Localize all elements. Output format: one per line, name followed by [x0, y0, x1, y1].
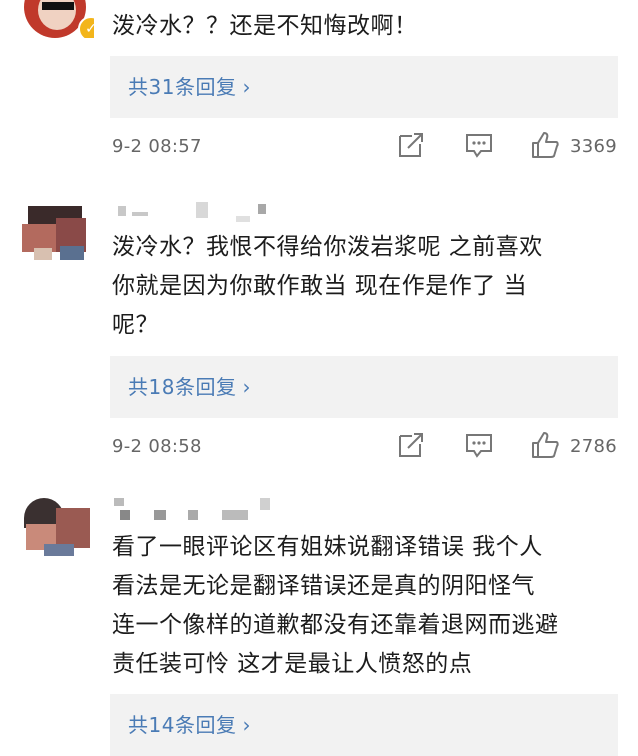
reply-box: 共18条回复 ›: [110, 356, 618, 418]
comment-text: 泼冷水？我恨不得给你泼岩浆呢 之前喜欢 你就是因为你敢作敢当 现在作是作了 当 …: [112, 234, 543, 338]
reply-count-label: 共31条回复: [128, 75, 237, 99]
thumbs-up-icon[interactable]: [530, 130, 564, 164]
avatar[interactable]: [20, 494, 94, 556]
comment-1: ✓ 泼冷水？？还是不知悔改啊！ 共31条回复 › 9-2 08:57 3369: [0, 0, 638, 180]
comment-meta: 9-2 08:58 2786: [112, 430, 620, 470]
comment-3: 看了一眼评论区有姐妹说翻译错误 我个人 看法是无论是翻译错误还是真的阴阳怪气 连…: [0, 480, 638, 756]
comment-2: 泼冷水？我恨不得给你泼岩浆呢 之前喜欢 你就是因为你敢作敢当 现在作是作了 当 …: [0, 180, 638, 480]
chevron-right-icon: ›: [242, 75, 251, 99]
like-count: 3369: [570, 136, 618, 157]
reply-box: 共14条回复 ›: [110, 694, 618, 756]
comment-icon[interactable]: [464, 130, 498, 164]
chevron-right-icon: ›: [242, 375, 251, 399]
username-pixelated[interactable]: [112, 202, 272, 222]
view-replies-link[interactable]: 共18条回复 ›: [128, 370, 251, 404]
comment-meta: 9-2 08:57 3369: [112, 130, 620, 170]
username-pixelated[interactable]: [112, 498, 282, 520]
avatar[interactable]: ✓: [20, 0, 94, 38]
share-icon[interactable]: [396, 130, 430, 164]
reply-box: 共31条回复 ›: [110, 56, 618, 118]
comment-time: 9-2 08:58: [112, 436, 202, 457]
reply-count-label: 共18条回复: [128, 375, 237, 399]
comment-text: 泼冷水？？还是不知悔改啊！: [112, 13, 418, 39]
like-count: 2786: [570, 436, 618, 457]
share-icon[interactable]: [396, 430, 430, 464]
comment-text: 看了一眼评论区有姐妹说翻译错误 我个人 看法是无论是翻译错误还是真的阴阳怪气 连…: [112, 534, 559, 677]
chevron-right-icon: ›: [242, 713, 251, 737]
comment-time: 9-2 08:57: [112, 136, 202, 157]
view-replies-link[interactable]: 共31条回复 ›: [128, 70, 251, 104]
verified-badge-icon: ✓: [78, 16, 94, 38]
avatar[interactable]: [20, 200, 94, 262]
view-replies-link[interactable]: 共14条回复 ›: [128, 708, 251, 742]
comment-icon[interactable]: [464, 430, 498, 464]
thumbs-up-icon[interactable]: [530, 430, 564, 464]
reply-count-label: 共14条回复: [128, 713, 237, 737]
